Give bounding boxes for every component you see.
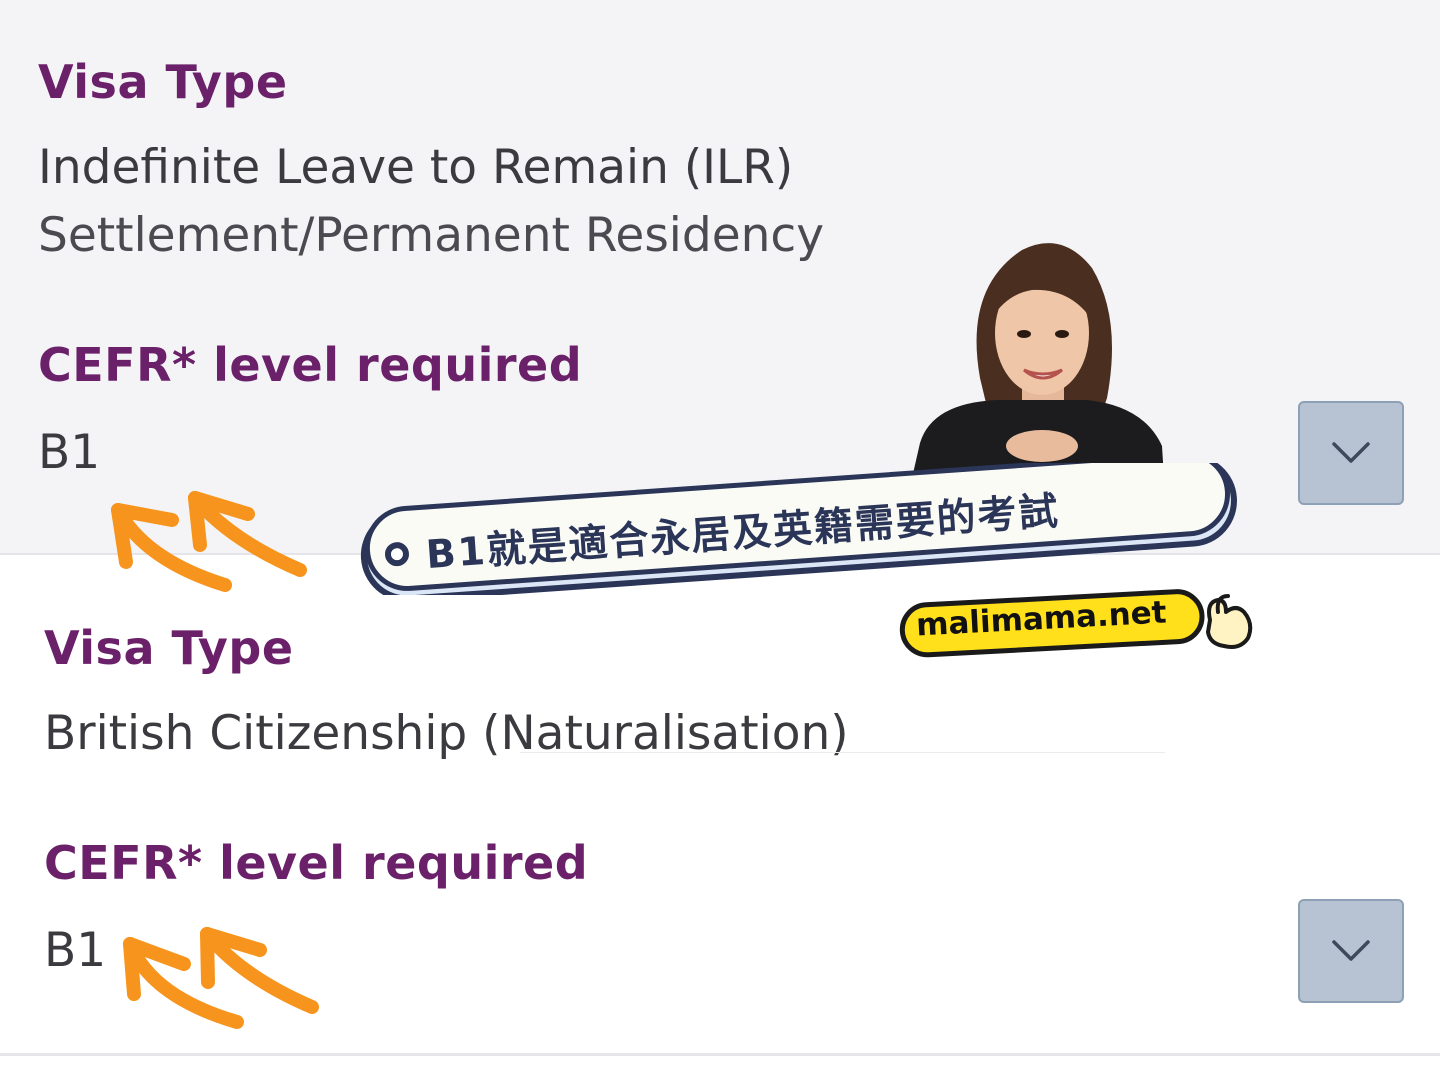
site-tag: malimama.net xyxy=(896,578,1258,662)
hand-drawn-arrow-icon xyxy=(111,491,307,592)
presenter-photo xyxy=(912,228,1164,478)
cefr-level-label: CEFR* level required xyxy=(44,836,589,890)
chevron-down-icon xyxy=(1332,940,1370,961)
visa-type-label: Visa Type xyxy=(38,55,288,109)
visa-type-value: Indefinite Leave to Remain (ILR) xyxy=(38,140,794,195)
cefr-level-value: B1 xyxy=(44,923,107,978)
expand-button[interactable] xyxy=(1298,899,1404,1003)
divider xyxy=(520,752,1165,753)
chevron-down-icon xyxy=(1332,442,1370,463)
pointing-hand-icon xyxy=(1206,594,1253,649)
bullet-dot-icon xyxy=(384,542,409,567)
visa-type-subvalue: Settlement/Permanent Residency xyxy=(38,208,825,263)
hand-drawn-arrow-icon xyxy=(123,927,319,1029)
cefr-level-value: B1 xyxy=(38,425,101,480)
cefr-level-label: CEFR* level required xyxy=(38,338,583,392)
visa-type-label: Visa Type xyxy=(44,621,294,675)
expand-button[interactable] xyxy=(1298,401,1404,505)
annotation-banner: B1就是適合永居及英籍需要的考試 xyxy=(355,463,1245,595)
